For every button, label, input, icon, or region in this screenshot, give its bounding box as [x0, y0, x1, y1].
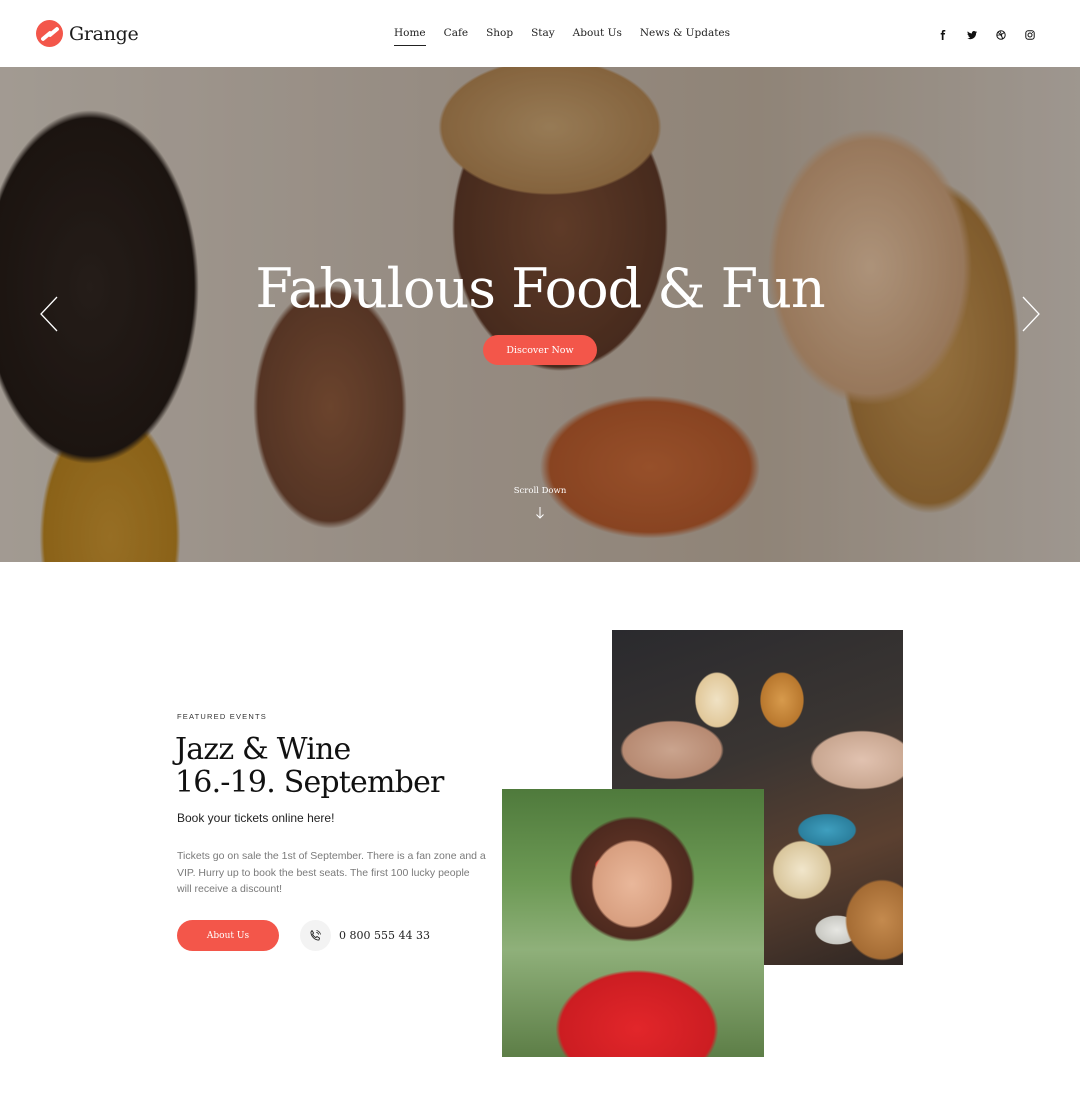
- event-title-line1: Jazz & Wine: [175, 732, 351, 767]
- event-subtitle: Book your tickets online here!: [177, 811, 335, 825]
- nav-item-cafe[interactable]: Cafe: [444, 27, 468, 46]
- nav-item-about-us[interactable]: About Us: [573, 27, 622, 46]
- event-title: Jazz & Wine 16.-19. September: [175, 733, 444, 799]
- main-nav: Home Cafe Shop Stay About Us News & Upda…: [394, 27, 730, 46]
- discover-now-button[interactable]: Discover Now: [483, 335, 597, 365]
- dribbble-icon[interactable]: [994, 28, 1008, 42]
- scroll-down-label[interactable]: Scroll Down: [0, 486, 1080, 496]
- hero-banner: Fabulous Food & Fun Discover Now Scroll …: [0, 67, 1080, 562]
- site-header: Grange Home Cafe Shop Stay About Us News…: [0, 0, 1080, 67]
- logo-text: Grange: [69, 22, 139, 45]
- phone-number[interactable]: 0 800 555 44 33: [339, 929, 430, 942]
- slider-next-arrow-icon[interactable]: [1020, 295, 1042, 333]
- hero-title: Fabulous Food & Fun: [255, 257, 825, 320]
- woman-eating-dessert-photo: [502, 789, 764, 1057]
- event-description: Tickets go on sale the 1st of September.…: [177, 850, 486, 895]
- nav-item-stay[interactable]: Stay: [531, 27, 555, 46]
- section-eyebrow: FEATURED EVENTS: [177, 712, 267, 721]
- slider-prev-arrow-icon[interactable]: [38, 295, 60, 333]
- nav-item-shop[interactable]: Shop: [486, 27, 513, 46]
- logo-mark-icon: [36, 20, 63, 47]
- instagram-icon[interactable]: [1023, 28, 1037, 42]
- facebook-icon[interactable]: [936, 28, 950, 42]
- event-title-line2: 16.-19. September: [175, 765, 444, 800]
- nav-item-news-updates[interactable]: News & Updates: [640, 27, 730, 46]
- phone-icon[interactable]: [300, 920, 331, 951]
- social-links: [936, 28, 1037, 42]
- logo[interactable]: Grange: [36, 20, 139, 47]
- arrow-down-icon[interactable]: [534, 505, 546, 521]
- twitter-icon[interactable]: [965, 28, 979, 42]
- about-us-button[interactable]: About Us: [177, 920, 279, 951]
- nav-item-home[interactable]: Home: [394, 27, 426, 46]
